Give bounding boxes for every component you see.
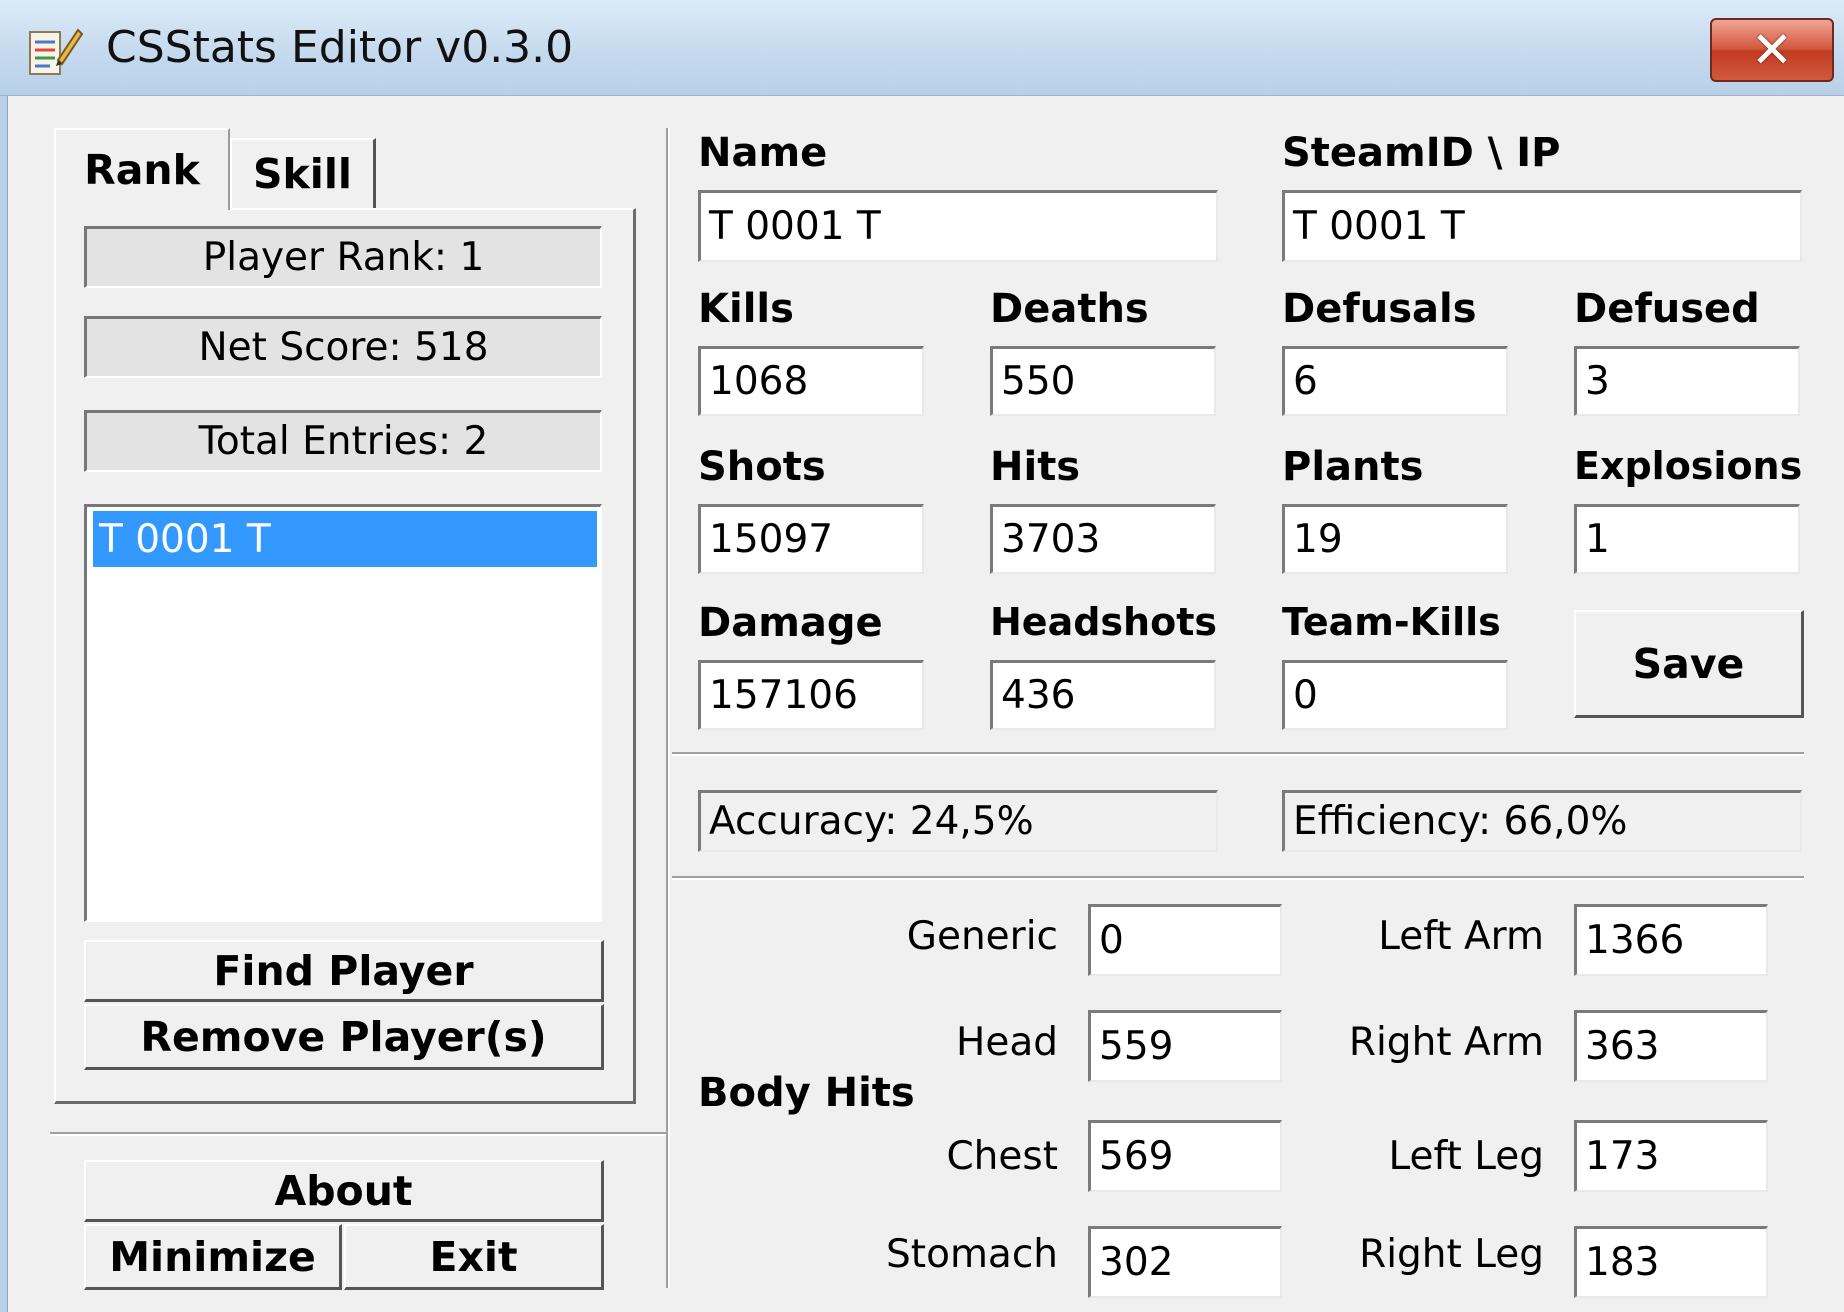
steamid-field[interactable]: T 0001 T — [1282, 190, 1802, 262]
find-player-button[interactable]: Find Player — [84, 940, 604, 1002]
tab-rank[interactable]: Rank — [54, 128, 230, 210]
close-button[interactable]: ✕ — [1710, 18, 1834, 82]
save-button[interactable]: Save — [1574, 610, 1804, 718]
damage-field[interactable]: 157106 — [698, 660, 924, 730]
plants-label: Plants — [1282, 444, 1424, 490]
hits-label: Hits — [990, 444, 1081, 490]
defused-label: Defused — [1574, 286, 1760, 332]
shots-label: Shots — [698, 444, 826, 490]
body-hits-heading: Body Hits — [698, 1070, 915, 1116]
total-entries-display: Total Entries: 2 — [84, 410, 602, 472]
separator — [672, 876, 1804, 880]
teamkills-field[interactable]: 0 — [1282, 660, 1508, 730]
close-icon: ✕ — [1751, 21, 1793, 79]
generic-field[interactable]: 0 — [1088, 904, 1282, 976]
efficiency-display: Efficiency: 66,0% — [1282, 790, 1802, 852]
deaths-label: Deaths — [990, 286, 1149, 332]
steamid-label: SteamID \ IP — [1282, 130, 1561, 176]
player-rank-display: Player Rank: 1 — [84, 226, 602, 288]
kills-field[interactable]: 1068 — [698, 346, 924, 416]
shots-field[interactable]: 15097 — [698, 504, 924, 574]
right-arm-label: Right Arm — [1348, 1020, 1544, 1065]
left-arm-field[interactable]: 1366 — [1574, 904, 1768, 976]
right-arm-field[interactable]: 363 — [1574, 1010, 1768, 1082]
stomach-field[interactable]: 302 — [1088, 1226, 1282, 1298]
stomach-label: Stomach — [886, 1232, 1058, 1277]
defusals-field[interactable]: 6 — [1282, 346, 1508, 416]
window-left-border — [0, 96, 8, 1312]
window-title: CSStats Editor v0.3.0 — [106, 22, 574, 73]
name-label: Name — [698, 130, 828, 176]
explosions-field[interactable]: 1 — [1574, 504, 1800, 574]
tab-skill[interactable]: Skill — [230, 138, 376, 208]
minimize-button[interactable]: Minimize — [84, 1224, 342, 1290]
remove-players-button[interactable]: Remove Player(s) — [84, 1004, 604, 1070]
player-list[interactable]: T 0001 T — [84, 504, 602, 922]
plants-field[interactable]: 19 — [1282, 504, 1508, 574]
chest-field[interactable]: 569 — [1088, 1120, 1282, 1192]
defused-field[interactable]: 3 — [1574, 346, 1800, 416]
head-label: Head — [956, 1020, 1058, 1065]
list-item[interactable]: T 0001 T — [93, 511, 597, 567]
accuracy-display: Accuracy: 24,5% — [698, 790, 1218, 852]
left-leg-field[interactable]: 173 — [1574, 1120, 1768, 1192]
left-leg-label: Left Leg — [1388, 1134, 1544, 1179]
left-arm-label: Left Arm — [1378, 914, 1544, 959]
name-field[interactable]: T 0001 T — [698, 190, 1218, 262]
about-button[interactable]: About — [84, 1160, 604, 1222]
right-leg-label: Right Leg — [1359, 1232, 1544, 1277]
defusals-label: Defusals — [1282, 286, 1477, 332]
generic-label: Generic — [906, 914, 1058, 959]
damage-label: Damage — [698, 600, 883, 646]
hits-field[interactable]: 3703 — [990, 504, 1216, 574]
exit-button[interactable]: Exit — [344, 1224, 604, 1290]
chest-label: Chest — [946, 1134, 1058, 1179]
separator — [672, 752, 1804, 756]
teamkills-label: Team-Kills — [1282, 600, 1501, 644]
kills-label: Kills — [698, 286, 794, 332]
right-leg-field[interactable]: 183 — [1574, 1226, 1768, 1298]
headshots-label: Headshots — [990, 600, 1217, 644]
headshots-field[interactable]: 436 — [990, 660, 1216, 730]
head-field[interactable]: 559 — [1088, 1010, 1282, 1082]
deaths-field[interactable]: 550 — [990, 346, 1216, 416]
vertical-separator — [666, 128, 670, 1288]
app-notepad-icon — [22, 24, 84, 80]
explosions-label: Explosions — [1574, 444, 1803, 488]
separator — [50, 1132, 666, 1136]
net-score-display: Net Score: 518 — [84, 316, 602, 378]
